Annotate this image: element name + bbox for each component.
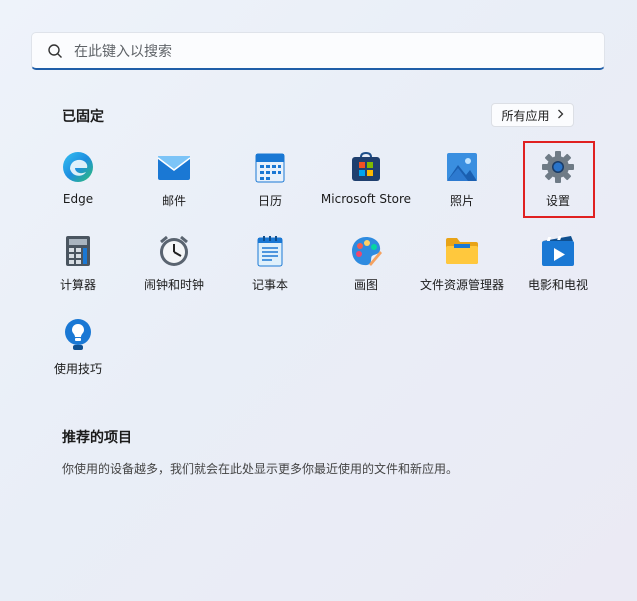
app-label: 电影和电视 [527,278,588,292]
folder-icon [445,234,479,268]
pinned-app-tips[interactable]: 使用技巧 [30,318,126,398]
pinned-app-calendar[interactable]: 日历 [222,150,318,230]
calculator-icon [61,234,95,268]
paint-palette-icon [349,234,383,268]
pinned-app-alarms-clock[interactable]: 闹钟和时钟 [126,234,222,314]
movies-tv-icon [541,234,575,268]
chevron-right-icon [557,108,564,122]
tips-lightbulb-icon [61,318,95,352]
pinned-app-mail[interactable]: 邮件 [126,150,222,230]
app-label: 使用技巧 [53,362,102,376]
pinned-app-paint[interactable]: 画图 [318,234,414,314]
app-label: 画图 [353,278,378,292]
pinned-app-settings[interactable]: 设置 [510,150,606,230]
pinned-app-edge[interactable]: Edge [30,150,126,230]
pinned-app-microsoft-store[interactable]: Microsoft Store [318,150,414,230]
app-label: 记事本 [251,278,288,292]
pinned-app-photos[interactable]: 照片 [414,150,510,230]
search-placeholder: 在此键入以搜索 [74,43,172,60]
app-label: 设置 [545,194,570,208]
photos-icon [445,150,479,184]
search-box[interactable]: 在此键入以搜索 [31,32,605,70]
app-label: 计算器 [59,278,96,292]
app-label: Microsoft Store [320,192,412,206]
alarm-clock-icon [157,234,191,268]
edge-icon [61,150,95,184]
notepad-icon [253,234,287,268]
app-label: 日历 [257,194,282,208]
recommended-section-title: 推荐的项目 [62,430,132,446]
app-label: 闹钟和时钟 [143,278,204,292]
all-apps-button[interactable]: 所有应用 [491,103,574,127]
recommended-empty-text: 你使用的设备越多，我们就会在此处显示更多你最近使用的文件和新应用。 [62,462,459,476]
pinned-app-movies-tv[interactable]: 电影和电视 [510,234,606,314]
all-apps-label: 所有应用 [501,108,550,123]
mail-icon [157,150,191,184]
pinned-app-notepad[interactable]: 记事本 [222,234,318,314]
search-icon [46,42,64,60]
app-label: 邮件 [161,194,186,208]
pinned-section-title: 已固定 [62,109,104,125]
pinned-app-calculator[interactable]: 计算器 [30,234,126,314]
app-label: Edge [62,192,94,206]
pinned-app-file-explorer[interactable]: 文件资源管理器 [414,234,510,314]
app-label: 文件资源管理器 [419,278,504,292]
calendar-icon [253,150,287,184]
settings-gear-icon [541,150,575,184]
app-label: 照片 [449,194,474,208]
store-icon [349,150,383,184]
